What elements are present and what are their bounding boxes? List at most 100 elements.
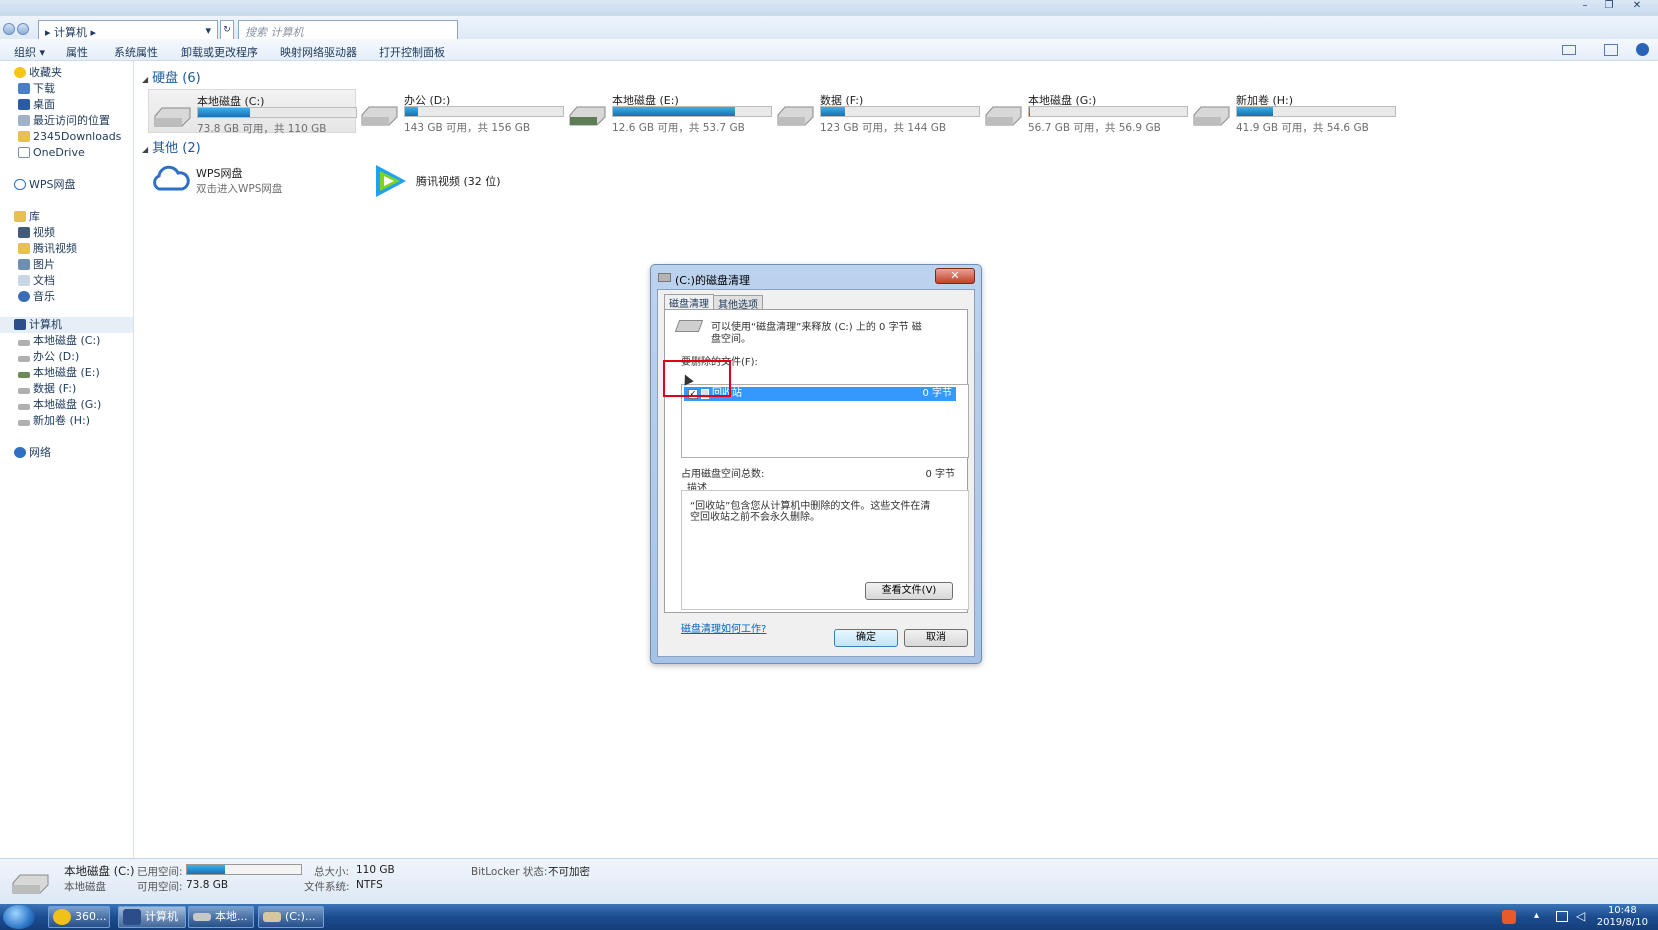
refresh-icon[interactable]: ↻ <box>220 20 234 40</box>
nav-onedrive[interactable]: OneDrive <box>18 145 85 161</box>
tray-expand-icon[interactable]: ▴ <box>1534 910 1539 921</box>
properties-button[interactable]: 属性 <box>66 44 88 60</box>
details-drive-name: 本地磁盘 (C:) <box>64 864 135 878</box>
drive-tile-e[interactable]: 本地磁盘 (E:) 12.6 GB 可用，共 53.7 GB <box>564 89 772 134</box>
computer-icon <box>14 319 26 330</box>
details-free-label: 可用空间: <box>137 881 183 893</box>
organize-menu[interactable]: 组织 ▾ <box>14 44 45 60</box>
details-total-value: 110 GB <box>356 864 395 876</box>
address-path: ▸ 计算机 ▸ <box>45 26 97 39</box>
details-bitlocker-label: BitLocker 状态: <box>471 866 548 878</box>
drive-tile-h[interactable]: 新加卷 (H:) 41.9 GB 可用，共 54.6 GB <box>1188 89 1396 134</box>
nav-recent[interactable]: 最近访问的位置 <box>18 113 110 129</box>
address-field[interactable]: ▸ 计算机 ▸ ▾ <box>38 20 218 40</box>
documents-icon <box>18 275 30 286</box>
drive-icon <box>658 273 671 282</box>
taskbar-c-cleanup[interactable]: (C:)... <box>258 906 324 928</box>
start-button[interactable] <box>3 905 35 929</box>
tencent-video-item[interactable]: 腾讯视频 (32 位) <box>370 161 560 201</box>
taskbar: 360... 计算机 本地... (C:)... ▴ ◁ 10:48 2019/8… <box>0 904 1658 930</box>
hard-drive-icon <box>1193 106 1230 126</box>
drive-tile-g[interactable]: 本地磁盘 (G:) 56.7 GB 可用，共 56.9 GB <box>980 89 1188 134</box>
cancel-button[interactable]: 取消 <box>904 629 968 647</box>
total-space-label: 占用磁盘空间总数: <box>681 469 765 480</box>
minimize-button[interactable]: – <box>1574 0 1596 14</box>
search-input[interactable]: 搜索 计算机 <box>238 20 458 40</box>
uninstall-button[interactable]: 卸载或更改程序 <box>181 44 258 60</box>
address-dropdown-icon[interactable]: ▾ <box>205 24 211 37</box>
nav-desktop[interactable]: 桌面 <box>18 97 55 113</box>
nav-drive-c[interactable]: 本地磁盘 (C:) <box>18 333 100 349</box>
nav-computer[interactable]: 计算机 <box>0 317 133 333</box>
navigation-pane: 收藏夹 下载 桌面 最近访问的位置 2345Downloads OneDrive… <box>0 61 134 858</box>
group-hard-disks[interactable]: ◢ 硬盘 (6) <box>142 67 201 86</box>
nav-pictures[interactable]: 图片 <box>18 257 55 273</box>
action-center-icon[interactable] <box>1556 911 1568 922</box>
cloud-icon <box>153 165 190 191</box>
clock-date: 2019/8/10 <box>1596 917 1648 928</box>
details-drive-type: 本地磁盘 <box>64 881 106 893</box>
tencent-video-icon <box>376 165 406 197</box>
drive-usage-bar <box>820 106 980 117</box>
ok-button[interactable]: 确定 <box>834 629 898 647</box>
nav-downloads[interactable]: 下载 <box>18 81 55 97</box>
network-icon <box>14 447 26 458</box>
nav-favorites[interactable]: 收藏夹 <box>14 65 62 81</box>
nav-network[interactable]: 网络 <box>14 445 51 461</box>
taskbar-360[interactable]: 360... <box>48 906 110 928</box>
onedrive-icon <box>18 147 30 158</box>
nav-tencent-video[interactable]: 腾讯视频 <box>18 241 77 257</box>
details-free-value: 73.8 GB <box>186 879 229 891</box>
nav-drive-e[interactable]: 本地磁盘 (E:) <box>18 365 100 381</box>
nav-music[interactable]: 音乐 <box>18 289 55 305</box>
drive-tile-f[interactable]: 数据 (F:) 123 GB 可用，共 144 GB <box>772 89 980 134</box>
dialog-close-button[interactable]: ✕ <box>935 268 975 284</box>
nav-drive-g[interactable]: 本地磁盘 (G:) <box>18 397 101 413</box>
clock[interactable]: 10:48 2019/8/10 <box>1597 905 1648 929</box>
system-properties-button[interactable]: 系统属性 <box>114 44 158 60</box>
drive-free-text: 143 GB 可用，共 156 GB <box>404 122 531 134</box>
nav-drive-d[interactable]: 办公 (D:) <box>18 349 79 365</box>
help-icon[interactable] <box>1636 43 1649 56</box>
hard-drive-icon <box>985 106 1022 126</box>
back-button[interactable] <box>3 23 15 35</box>
drive-tile-d[interactable]: 办公 (D:) 143 GB 可用，共 156 GB <box>356 89 564 134</box>
tab-disk-cleanup[interactable]: 磁盘清理 <box>664 294 714 310</box>
preview-pane-icon[interactable] <box>1604 44 1618 56</box>
nav-drive-h[interactable]: 新加卷 (H:) <box>18 413 90 429</box>
group-other[interactable]: ◢ 其他 (2) <box>142 137 201 156</box>
drive-free-text: 41.9 GB 可用，共 54.6 GB <box>1236 122 1369 134</box>
hard-drive-icon <box>12 874 49 894</box>
drive-usage-bar <box>1236 106 1396 117</box>
drive-usage-bar <box>612 106 772 117</box>
drive-usage-fill <box>198 108 251 117</box>
sogou-ime-icon[interactable] <box>1502 910 1516 924</box>
drive-usage-fill <box>405 107 418 116</box>
control-panel-button[interactable]: 打开控制面板 <box>379 44 445 60</box>
view-files-button[interactable]: 查看文件(V) <box>865 582 953 600</box>
how-cleanup-works-link[interactable]: 磁盘清理如何工作? <box>681 620 766 635</box>
nav-drive-f[interactable]: 数据 (F:) <box>18 381 76 397</box>
details-usage-bar <box>186 864 302 875</box>
nav-documents[interactable]: 文档 <box>18 273 55 289</box>
restore-button[interactable]: ❐ <box>1598 0 1620 14</box>
360-icon <box>53 909 71 925</box>
computer-icon <box>123 909 141 925</box>
close-window-button[interactable]: ✕ <box>1626 0 1648 14</box>
details-fs-value: NTFS <box>356 879 383 891</box>
nav-library[interactable]: 库 <box>14 209 40 225</box>
map-drive-button[interactable]: 映射网络驱动器 <box>280 44 357 60</box>
drive-tile-c[interactable]: 本地磁盘 (C:) 73.8 GB 可用，共 110 GB <box>148 89 357 135</box>
view-options-icon[interactable] <box>1562 45 1576 55</box>
nav-videos[interactable]: 视频 <box>18 225 55 241</box>
taskbar-local-disk[interactable]: 本地... <box>188 906 254 928</box>
taskbar-computer[interactable]: 计算机 <box>118 906 186 928</box>
details-fs-label: 文件系统: <box>304 881 350 893</box>
nav-wps[interactable]: WPS网盘 <box>14 177 76 193</box>
downloads-icon <box>18 83 30 94</box>
volume-icon[interactable]: ◁ <box>1576 909 1585 923</box>
nav-2345downloads[interactable]: 2345Downloads <box>18 129 121 145</box>
tab-more-options[interactable]: 其他选项 <box>713 295 763 311</box>
wps-cloud-item[interactable]: WPS网盘 双击进入WPS网盘 <box>150 161 340 201</box>
forward-button[interactable] <box>17 23 29 35</box>
